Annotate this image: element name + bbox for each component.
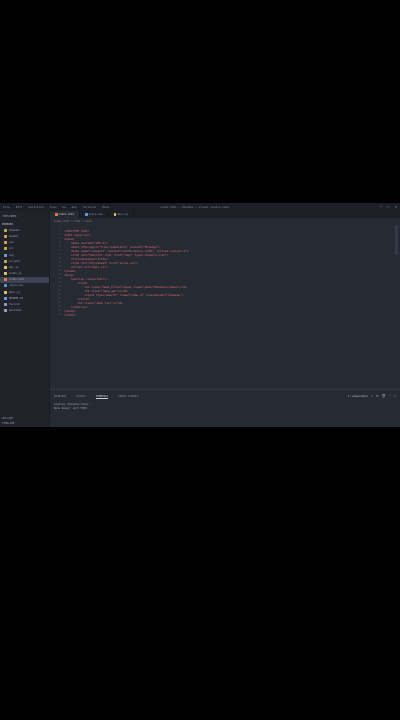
file-tree-label: main.js [9,290,20,294]
file-tree-label: Pokedex [9,228,20,232]
split-terminal-icon[interactable]: ⊞ [376,394,378,398]
file-icon [4,290,7,294]
file-icon [4,259,7,263]
file-icon [4,247,7,251]
file-icon [4,303,7,307]
close-panel-icon[interactable]: ✕ [394,394,396,398]
window-controls: — ☐ ✕ [380,204,397,209]
panel-controls: 1: powershell + ⊞ 🗑 ^ ✕ [348,394,396,398]
file-tree-label: scripts [9,259,20,263]
file-tree-label: api.js [9,265,19,269]
editor-tab[interactable]: main.js [109,211,135,218]
code-line[interactable]: </html> [64,313,76,317]
file-tree-label: manifest [9,309,22,313]
menu-item-view[interactable]: View [50,205,57,209]
ide-window: File Edit Selection View Go Run Terminal Help i… [0,203,400,427]
close-icon[interactable]: ✕ [395,204,397,209]
file-icon [4,284,7,288]
code-editor[interactable]: 1 <!DOCTYPE html> 2 <html lang="en"> 3 <head>… [50,225,400,388]
trash-icon[interactable]: 🗑 [381,394,385,398]
terminal-selector[interactable]: 1: powershell [348,395,368,398]
file-tree: Pokedex assets css src img scripts api.js index… [0,227,49,314]
outline-section[interactable]: OUTLINE [2,417,13,420]
file-tree-label: favicon [9,303,20,307]
menu-item-run[interactable]: Run [72,205,77,209]
file-tree-label: index.html [9,278,25,282]
explorer-title: EXPLORER [3,214,17,218]
editor-tab-label: index.html [58,213,75,216]
file-tree-label: README.md [9,296,24,300]
menu-item-selection[interactable]: Selection [29,205,44,209]
explorer-sidebar: EXPLORER POKEDEX Pokedex assets css src img s… [0,211,50,427]
file-tree-label: index.js [9,272,22,276]
file-icon [4,309,7,313]
file-icon [55,213,58,216]
file-tree-label: style.css [9,284,24,288]
title-bar: File Edit Selection View Go Run Terminal Help i… [0,203,400,211]
menu-item-help[interactable]: Help [102,205,109,209]
line-number: 22 [58,313,61,316]
file-icon [4,272,7,276]
editor-tab-label: main.js [117,213,129,216]
new-terminal-icon[interactable]: + [371,394,373,398]
file-tree-item[interactable]: manifest [0,308,49,314]
file-icon [4,278,7,282]
editor-scrollbar[interactable] [395,225,398,255]
menu-item-terminal[interactable]: Terminal [83,205,96,209]
maximize-panel-icon[interactable]: ^ [389,394,391,398]
file-tree-label: src [9,247,14,251]
panel-tab-terminal[interactable]: TERMINAL [95,395,109,399]
terminal-output[interactable]: Loading /Pokedex/index... Node Ready: po… [54,403,93,411]
bottom-panel: PROBLEMS OUTPUT TERMINAL DEBUG CONSOLE 1: p… [50,389,400,427]
file-icon [85,213,88,216]
menu-item-go[interactable]: Go [62,205,65,209]
timeline-section[interactable]: TIMELINE [2,422,15,425]
menu-item-edit[interactable]: Edit [16,205,23,209]
window-title: index.html — Pokedex — Visual Studio Cod… [160,205,230,209]
menu-bar: File Edit Selection View Go Run Terminal Help [3,205,109,209]
file-icon [4,253,7,257]
terminal-line: Node Ready: port 5500 [54,407,87,410]
file-tree-label: css [9,241,14,245]
file-icon [4,265,7,269]
file-icon [113,213,117,216]
file-icon [4,234,7,238]
minimize-icon[interactable]: — [380,204,382,209]
file-tree-label: assets [9,234,19,238]
panel-tabs: PROBLEMS OUTPUT TERMINAL DEBUG CONSOLE [54,395,139,399]
menu-item-file[interactable]: File [3,205,10,209]
explorer-section-label: POKEDEX [2,222,13,226]
file-icon [4,241,7,245]
editor-tab[interactable]: style.css [80,211,109,218]
editor-tab[interactable]: index.html [50,211,81,218]
panel-tab-output[interactable]: OUTPUT [77,395,86,399]
panel-tab-problems[interactable]: PROBLEMS [54,395,67,399]
editor-tab-label: style.css [88,213,103,216]
file-icon [4,296,7,300]
file-icon [4,228,7,232]
breadcrumb[interactable]: index.html > html > head [54,220,91,223]
panel-tab-debug-console[interactable]: DEBUG CONSOLE [118,395,138,399]
maximize-icon[interactable]: ☐ [387,204,389,209]
editor-tabs: index.html style.css main.js [50,211,400,218]
file-tree-label: img [9,253,14,257]
